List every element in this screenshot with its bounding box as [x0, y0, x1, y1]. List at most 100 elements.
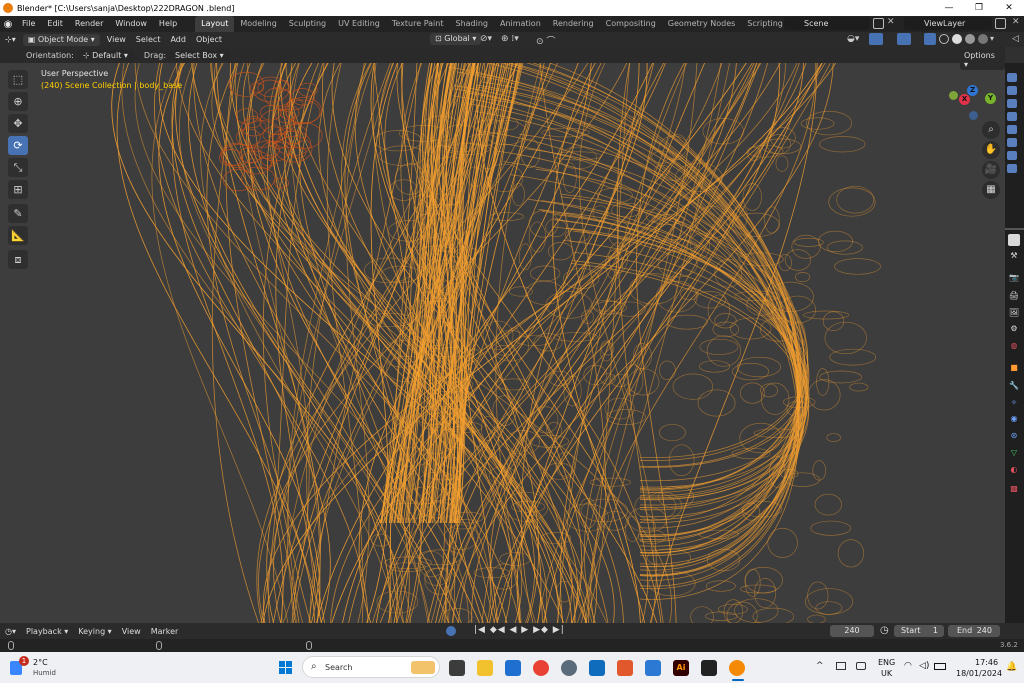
tray-app-icon[interactable]	[836, 662, 846, 670]
illustrator-icon[interactable]: Ai	[673, 660, 689, 676]
clock-icon[interactable]: ◷	[880, 625, 889, 636]
menu-object[interactable]: Object	[191, 32, 227, 47]
add-cube-tool[interactable]: ⧈	[8, 250, 28, 269]
taskbar-search[interactable]: ⌕ Search	[302, 656, 440, 678]
gizmo-toggle-icon[interactable]	[869, 33, 883, 45]
outliner-camera-icon[interactable]	[1007, 73, 1017, 82]
scale-tool[interactable]: ⤡	[8, 158, 28, 177]
playback-menu[interactable]: Playback ▾	[21, 624, 73, 639]
shading-options-icon[interactable]: ▾	[990, 34, 994, 43]
drag-dropdown[interactable]: Select Box ▾	[169, 49, 230, 61]
perspective-toggle-icon[interactable]: ▦	[982, 181, 1000, 199]
delete-scene-icon[interactable]: ✕	[887, 17, 895, 27]
menu-view[interactable]: View	[102, 32, 131, 47]
start-frame-field[interactable]: Start 1	[894, 625, 944, 637]
language-bottom[interactable]: UK	[881, 669, 892, 678]
gizmo-neg-z-axis[interactable]	[969, 111, 978, 120]
file-explorer-icon[interactable]	[477, 660, 493, 676]
proportional-edit-icon[interactable]: ⊙ ⌒	[536, 34, 555, 47]
tab-sculpting[interactable]: Sculpting	[283, 16, 332, 32]
menu-file[interactable]: File	[16, 16, 41, 32]
wifi-icon[interactable]: ◠	[904, 661, 912, 671]
mail-icon[interactable]	[645, 660, 661, 676]
viewport-options-button[interactable]: Options ▾	[960, 50, 1005, 70]
mode-dropdown[interactable]: ▣ Object Mode ▾	[22, 33, 100, 46]
tab-rendering[interactable]: Rendering	[547, 16, 600, 32]
tab-scripting[interactable]: Scripting	[741, 16, 789, 32]
outliner-camera-icon[interactable]	[1007, 86, 1017, 95]
transform-orientation-dropdown[interactable]: ⊡ Global ▾	[430, 33, 482, 45]
notification-bell-icon[interactable]: 🔔	[1006, 662, 1017, 672]
app-dark-icon[interactable]	[701, 660, 717, 676]
3d-viewport[interactable]: User Perspective (240) Scene Collection …	[0, 63, 1005, 623]
properties-texture-icon[interactable]: ▩	[1008, 483, 1020, 495]
playback-controls[interactable]: |◀ ◆◀ ◀ ▶ ▶◆ ▶|	[474, 625, 565, 635]
menu-window[interactable]: Window	[109, 16, 153, 32]
chrome-icon[interactable]	[533, 660, 549, 676]
properties-tool-icon[interactable]	[1008, 234, 1020, 246]
rotate-tool[interactable]: ⟳	[8, 136, 28, 155]
maximize-button[interactable]: ❐	[964, 0, 994, 16]
blender-menu-icon[interactable]: ◉	[0, 16, 16, 32]
menu-add[interactable]: Add	[165, 32, 191, 47]
current-frame-field[interactable]: 240	[830, 625, 874, 637]
outliner-camera-icon[interactable]	[1007, 151, 1017, 160]
settings-gear-icon[interactable]	[561, 660, 577, 676]
tab-geometry-nodes[interactable]: Geometry Nodes	[662, 16, 741, 32]
pivot-icon[interactable]: ⊘▾	[480, 34, 492, 44]
end-frame-field[interactable]: End 240	[948, 625, 1000, 637]
outliner-camera-icon[interactable]	[1007, 99, 1017, 108]
properties-render-icon[interactable]: 📷	[1008, 272, 1020, 284]
gizmo-x-axis[interactable]: X	[959, 94, 970, 105]
snap-icon[interactable]: ⊕ ⁞▾	[501, 34, 519, 44]
move-tool[interactable]: ✥	[8, 114, 28, 133]
tab-shading[interactable]: Shading	[449, 16, 494, 32]
blender-taskbar-icon[interactable]	[729, 660, 745, 676]
clock-date[interactable]: 18/01/2024	[956, 669, 1002, 678]
outliner-camera-icon[interactable]	[1007, 125, 1017, 134]
wireframe-mesh[interactable]	[0, 63, 1005, 623]
app-orange-icon[interactable]	[617, 660, 633, 676]
tab-uv-editing[interactable]: UV Editing	[332, 16, 386, 32]
pan-hand-icon[interactable]: ✋	[982, 141, 1000, 159]
tab-layout[interactable]: Layout	[195, 16, 235, 32]
properties-material-icon[interactable]: ◐	[1008, 464, 1020, 476]
tray-chevron-icon[interactable]: ^	[816, 661, 824, 671]
scene-selector[interactable]: Scene	[784, 17, 870, 30]
orientation-dropdown[interactable]: ⊹ Default ▾	[76, 49, 134, 61]
solid-shading-icon[interactable]	[952, 34, 962, 44]
outliner-camera-icon[interactable]	[1007, 112, 1017, 121]
battery-icon[interactable]	[934, 663, 946, 670]
material-preview-icon[interactable]	[965, 34, 975, 44]
minimize-button[interactable]: —	[934, 0, 964, 16]
properties-particles-icon[interactable]: ✧	[1008, 397, 1020, 409]
outlook-icon[interactable]	[589, 660, 605, 676]
xray-toggle-icon[interactable]	[924, 33, 936, 45]
transform-tool[interactable]: ⊞	[8, 180, 28, 199]
tab-compositing[interactable]: Compositing	[600, 16, 662, 32]
sidebar-toggle-icon[interactable]: ◁	[1012, 34, 1019, 44]
properties-scene-icon[interactable]: ⚙	[1008, 323, 1020, 335]
tab-animation[interactable]: Animation	[494, 16, 547, 32]
visibility-icon[interactable]: ◒▾	[847, 34, 859, 44]
view-layer-selector[interactable]: ViewLayer	[904, 17, 992, 30]
outliner-camera-icon[interactable]	[1007, 164, 1017, 173]
rendered-shading-icon[interactable]	[978, 34, 988, 44]
properties-constraints-icon[interactable]: ⊛	[1008, 430, 1020, 442]
auto-keying-icon[interactable]	[446, 626, 456, 636]
properties-active-tool-icon[interactable]: ⚒	[1008, 250, 1020, 262]
close-button[interactable]: ✕	[994, 0, 1024, 16]
wireframe-shading-icon[interactable]	[939, 34, 949, 44]
select-box-tool[interactable]: ⬚	[8, 70, 28, 89]
zoom-icon[interactable]: ⌕	[982, 121, 1000, 139]
delete-view-layer-icon[interactable]: ✕	[1012, 17, 1020, 27]
menu-edit[interactable]: Edit	[41, 16, 69, 32]
new-view-layer-icon[interactable]	[995, 18, 1006, 29]
editor-type-icon[interactable]: ⊹▾	[0, 32, 21, 47]
properties-modifier-icon[interactable]: 🔧	[1008, 380, 1020, 392]
gizmo-neg-y-axis[interactable]	[949, 91, 958, 100]
start-windows-icon[interactable]	[279, 661, 293, 675]
clock-time[interactable]: 17:46	[975, 658, 998, 667]
marker-menu[interactable]: Marker	[146, 624, 184, 639]
volume-icon[interactable]: ◁)	[919, 661, 929, 671]
